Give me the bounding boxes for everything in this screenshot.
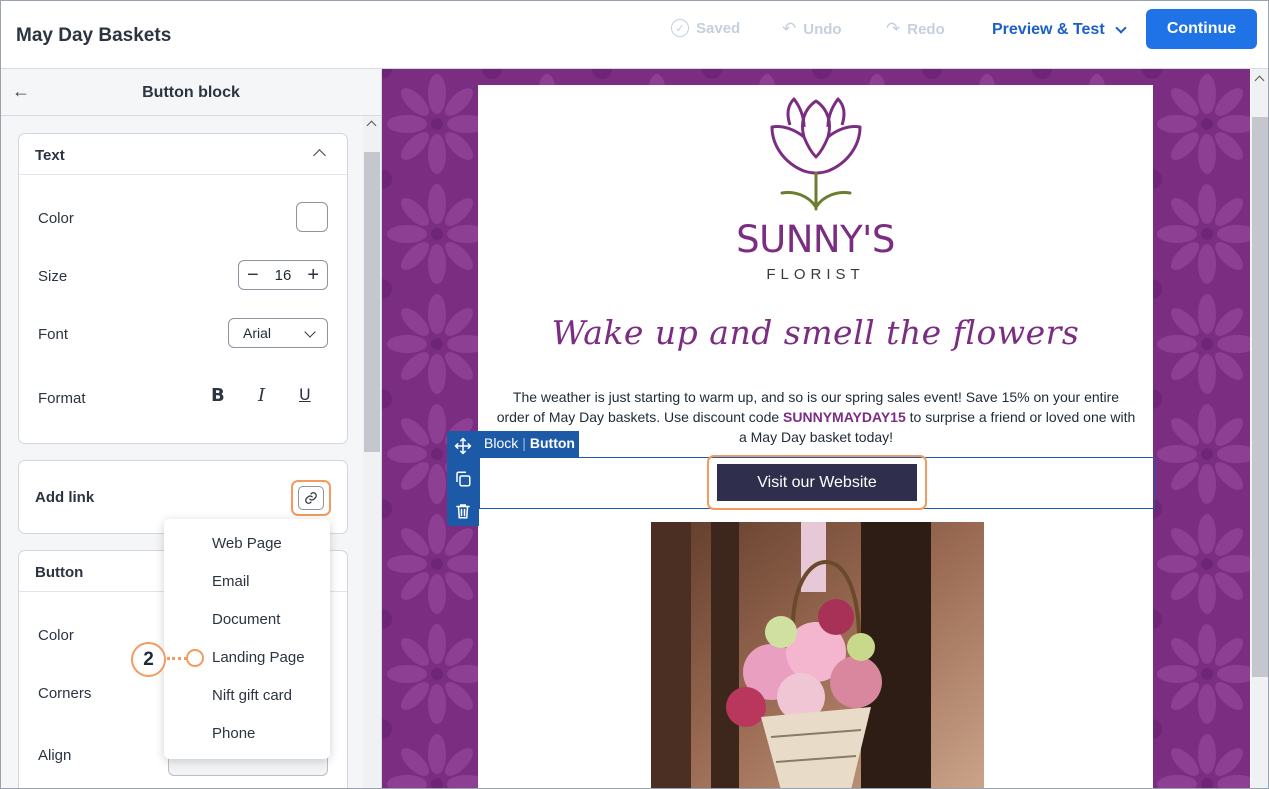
app-window: May Day Baskets ✓ Saved ↶ Undo ↷ Redo Pr…	[0, 0, 1269, 789]
visit-website-button[interactable]: Visit our Website	[717, 464, 917, 501]
undo-icon: ↶	[782, 19, 797, 38]
link-type-menu: Web Page Email Document Landing Page Nif…	[164, 519, 330, 759]
menu-item-phone[interactable]: Phone	[212, 725, 255, 742]
format-label: Format	[38, 390, 86, 407]
text-section-header[interactable]: Text	[19, 134, 347, 175]
redo-label: Redo	[907, 20, 945, 38]
breadcrumb-separator: |	[522, 435, 526, 451]
chevron-up-icon[interactable]	[313, 149, 326, 162]
email-body-text: The weather is just starting to warm up,…	[496, 387, 1136, 447]
add-link-button[interactable]	[291, 480, 331, 516]
top-bar: May Day Baskets ✓ Saved ↶ Undo ↷ Redo Pr…	[1, 1, 1268, 69]
step-callout-badge: 2	[131, 642, 166, 677]
tulip-logo-icon	[770, 97, 862, 211]
canvas-scrollbar[interactable]	[1251, 69, 1268, 788]
add-link-label: Add link	[35, 489, 95, 506]
button-section-heading: Button	[35, 564, 84, 581]
text-size-label: Size	[38, 268, 68, 285]
document-title: May Day Baskets	[16, 25, 172, 46]
font-label: Font	[38, 326, 69, 343]
breadcrumb-button: Button	[529, 435, 575, 451]
redo-button[interactable]: ↷ Redo	[886, 19, 945, 39]
chevron-down-icon	[304, 326, 316, 338]
menu-item-document[interactable]: Document	[212, 611, 280, 628]
corners-label: Corners	[38, 685, 92, 702]
scroll-up-icon[interactable]	[1254, 75, 1265, 86]
move-icon[interactable]	[454, 437, 472, 455]
chevron-down-icon	[1114, 21, 1127, 34]
font-select[interactable]: Arial	[228, 318, 328, 348]
saved-label: Saved	[696, 19, 741, 37]
panel-header: ← Button block	[1, 69, 381, 116]
saved-status: ✓ Saved	[671, 19, 740, 37]
italic-button[interactable]: I	[258, 385, 265, 406]
scrollbar-thumb[interactable]	[1252, 117, 1268, 677]
scroll-up-icon[interactable]	[366, 120, 377, 131]
minus-icon[interactable]: −	[247, 265, 259, 285]
text-size-stepper[interactable]: − 16 +	[238, 260, 328, 290]
align-label: Align	[38, 747, 72, 764]
check-circle-icon: ✓	[671, 19, 689, 37]
breadcrumb-block[interactable]: Block	[484, 435, 518, 457]
scrollbar-thumb[interactable]	[364, 152, 380, 452]
text-settings-card: Text Color Size − 16 + Font Arial Format…	[18, 133, 348, 444]
discount-code: SUNNYMAYDAY15	[783, 409, 906, 425]
block-toolbar	[447, 431, 479, 526]
duplicate-icon[interactable]	[454, 470, 472, 488]
panel-scrollbar[interactable]	[363, 116, 381, 788]
flower-basket-photo	[651, 522, 984, 788]
brand-subtitle: FLORIST	[766, 266, 865, 283]
email-headline: Wake up and smell the flowers	[551, 313, 1080, 352]
menu-item-web-page[interactable]: Web Page	[212, 535, 282, 552]
continue-button[interactable]: Continue	[1146, 9, 1257, 49]
preview-test-button[interactable]: Preview & Test	[992, 21, 1127, 39]
button-color-label: Color	[38, 627, 74, 644]
panel-title: Button block	[142, 84, 240, 101]
text-color-swatch[interactable]	[296, 202, 328, 232]
menu-item-nift-gift-card[interactable]: Nift gift card	[212, 687, 292, 704]
callout-connector	[167, 657, 187, 660]
text-size-value[interactable]: 16	[275, 267, 292, 284]
callout-target-ring	[186, 649, 204, 667]
plus-icon[interactable]: +	[307, 265, 319, 285]
undo-label: Undo	[803, 20, 842, 38]
block-breadcrumb: Block | Button	[479, 431, 579, 457]
preview-label: Preview & Test	[992, 21, 1105, 38]
text-color-label: Color	[38, 210, 74, 227]
undo-button[interactable]: ↶ Undo	[782, 19, 842, 39]
menu-item-email[interactable]: Email	[212, 573, 250, 590]
menu-item-landing-page[interactable]: Landing Page	[212, 649, 305, 666]
text-section-heading: Text	[35, 147, 65, 164]
trash-icon[interactable]	[454, 502, 472, 520]
brand-name: SUNNY'S	[736, 218, 895, 261]
redo-icon: ↷	[886, 19, 901, 38]
link-icon	[298, 486, 324, 510]
bold-button[interactable]: B	[211, 385, 225, 406]
underline-button[interactable]: U	[299, 385, 311, 404]
font-select-value: Arial	[243, 325, 272, 341]
